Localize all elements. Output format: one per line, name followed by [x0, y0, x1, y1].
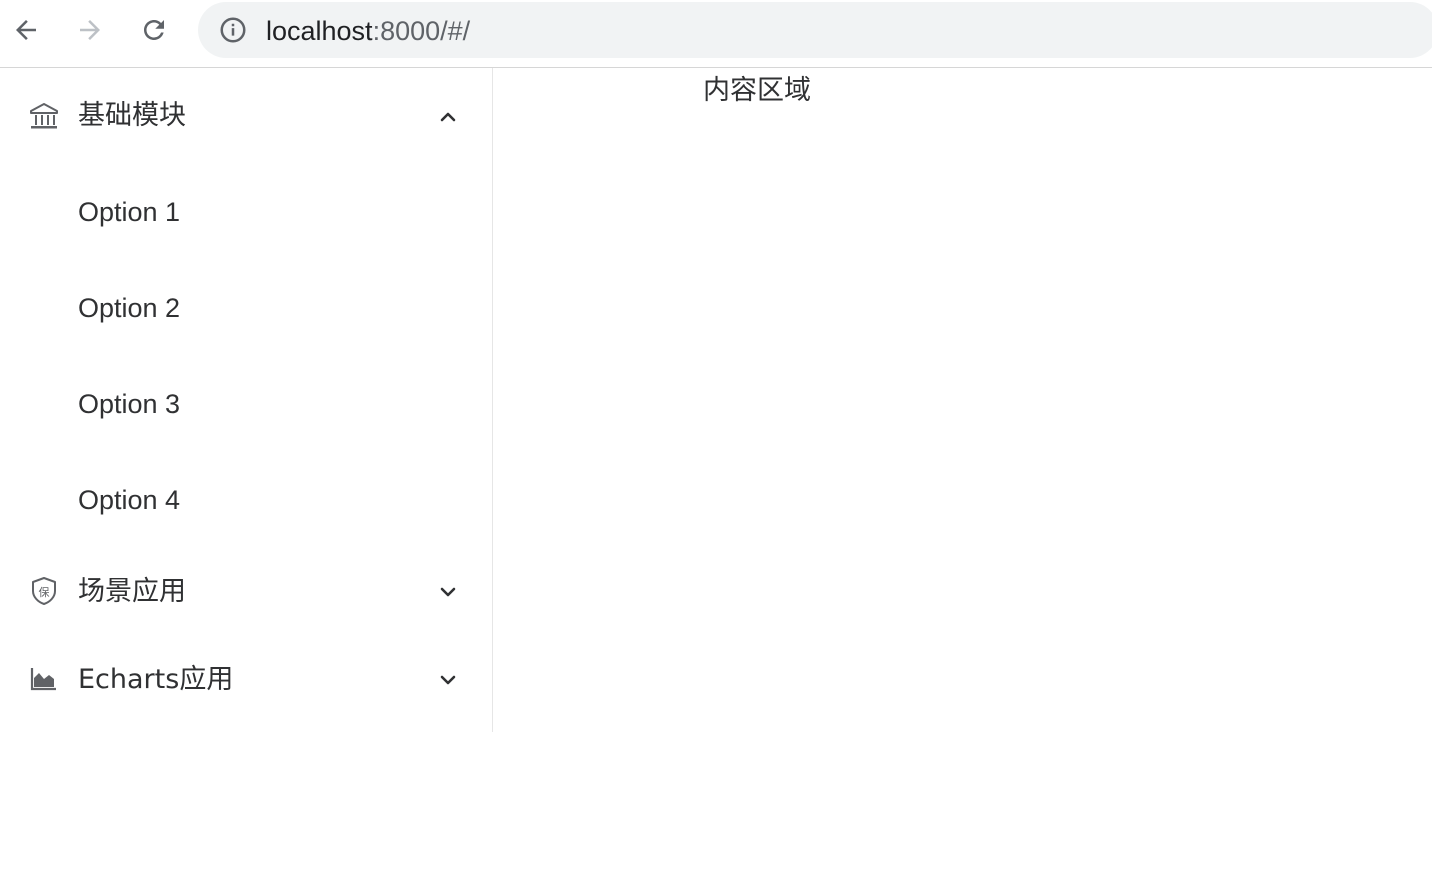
menu-item-option-1[interactable]: Option 1 — [0, 164, 492, 260]
submenu-title-scene-apps[interactable]: 保 场景应用 — [0, 548, 492, 636]
arrow-right-icon — [80, 20, 100, 40]
menu-item-option-2[interactable]: Option 2 — [0, 260, 492, 356]
info-icon[interactable] — [218, 15, 248, 45]
menu-item-label: Option 2 — [78, 293, 181, 323]
submenu-label: 基础模块 — [78, 100, 186, 131]
browser-toolbar: localhost:8000/#/ — [0, 0, 1432, 68]
arrow-left-icon — [16, 20, 36, 40]
content-area-label: 内容区域 — [703, 75, 811, 106]
chevron-down-icon — [436, 668, 460, 692]
insurance-shield-icon: 保 — [28, 575, 60, 607]
url-host: localhost — [266, 16, 373, 46]
submenu-title-echarts-apps[interactable]: Echarts应用 — [0, 636, 492, 724]
menu-item-label: Option 4 — [78, 485, 181, 515]
submenu-label: 场景应用 — [78, 576, 186, 607]
reload-button[interactable] — [130, 6, 178, 54]
url-text[interactable]: localhost:8000/#/ — [266, 15, 470, 47]
area-chart-icon — [28, 662, 60, 694]
svg-text:保: 保 — [39, 585, 50, 599]
menu-item-label: Option 1 — [78, 197, 181, 227]
menu-item-label: Option 3 — [78, 389, 181, 419]
forward-button[interactable] — [66, 6, 114, 54]
menu-item-option-4[interactable]: Option 4 — [0, 452, 492, 548]
sidebar-menu: 基础模块 Option 1 Option 2 Option 3 Option 4… — [0, 68, 493, 732]
submenu-label: Echarts应用 — [78, 664, 234, 695]
address-bar[interactable]: localhost:8000/#/ — [198, 2, 1432, 58]
submenu-title-basic-modules[interactable]: 基础模块 — [0, 68, 492, 164]
reload-icon — [144, 20, 164, 40]
menu-item-option-3[interactable]: Option 3 — [0, 356, 492, 452]
chevron-down-icon — [436, 580, 460, 604]
back-button[interactable] — [2, 6, 50, 54]
url-port-path: :8000/#/ — [372, 16, 471, 46]
main-content: 内容区域 — [493, 68, 1432, 888]
bank-icon — [28, 100, 60, 132]
chevron-up-icon — [436, 105, 460, 129]
